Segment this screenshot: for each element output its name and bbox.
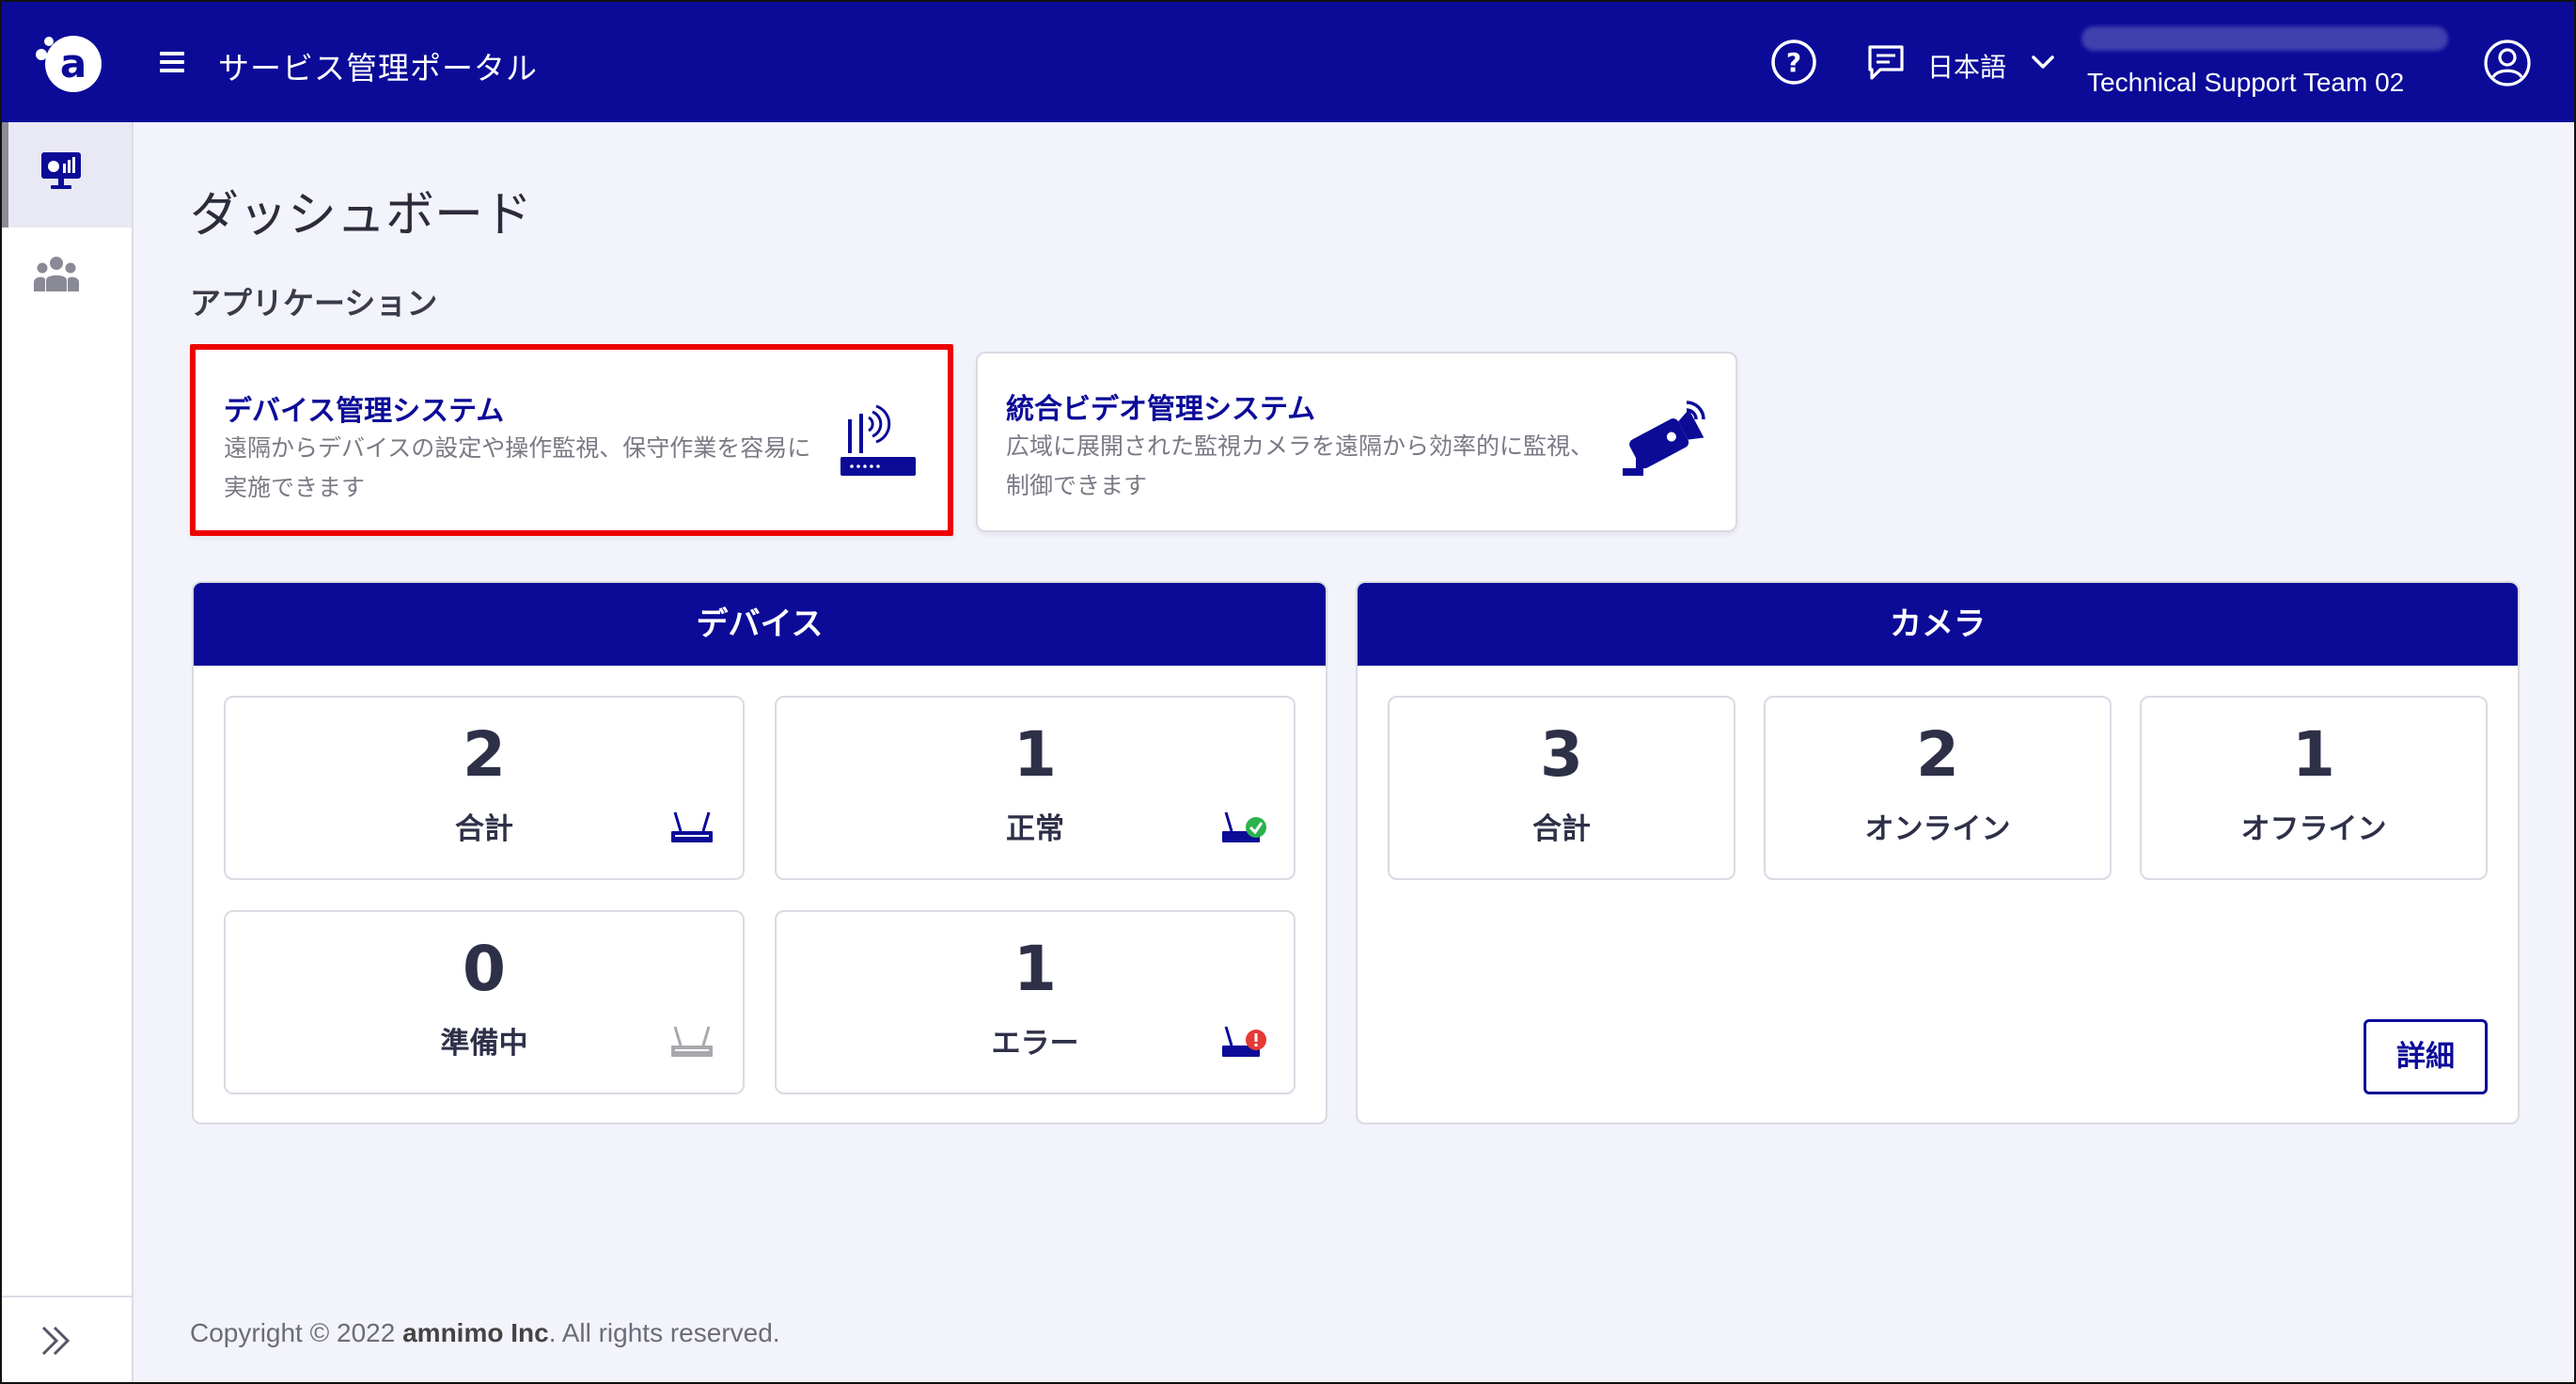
stat-label: 準備中 — [440, 1027, 528, 1061]
stat-value: 3 — [1540, 718, 1583, 791]
top-header: a サービス管理ポータル ? 日本語 Technical Support Tea… — [2, 2, 2574, 122]
router-icon — [671, 811, 713, 842]
router-pending-icon — [671, 1026, 713, 1057]
footer-company: amnimo Inc — [402, 1318, 549, 1347]
stat-label: オフライン — [2240, 812, 2387, 846]
app-card-device-management[interactable]: デバイス管理システム 遠隔からデバイスの設定や操作監視、保守作業を容易に実施でき… — [190, 344, 953, 536]
dashboard-monitor-icon — [41, 152, 81, 189]
app-name: 統合ビデオ管理システム — [1006, 393, 1316, 426]
portal-title: サービス管理ポータル — [218, 50, 538, 86]
app-card-video-management[interactable]: 統合ビデオ管理システム 広域に展開された監視カメラを遠隔から効率的に監視、制御で… — [976, 352, 1737, 532]
svg-text:a: a — [60, 40, 86, 86]
user-team-name: Technical Support Team 02 — [2087, 68, 2405, 97]
language-selector[interactable]: 日本語 — [1927, 47, 2006, 85]
security-camera-icon — [1623, 401, 1705, 476]
stat-card-device-normal[interactable]: 1 正常 — [775, 696, 1296, 880]
help-icon[interactable]: ? — [1769, 38, 1818, 86]
router-error-icon — [1222, 1026, 1266, 1057]
app-description: 遠隔からデバイスの設定や操作監視、保守作業を容易に実施できます — [224, 434, 811, 501]
page-title: ダッシュボード — [190, 187, 533, 244]
details-button[interactable]: 詳細 — [2364, 1019, 2488, 1094]
stat-card-camera-online[interactable]: 2 オンライン — [1764, 696, 2112, 880]
sidebar-item-dashboard[interactable] — [2, 122, 132, 228]
stat-value: 1 — [1013, 933, 1057, 1005]
panel-title: カメラ — [1358, 583, 2518, 666]
stat-value: 2 — [1916, 718, 1959, 791]
app-description: 広域に展開された監視カメラを遠隔から効率的に監視、制御できます — [1006, 432, 1594, 499]
app-window: a サービス管理ポータル ? 日本語 Technical Support Tea… — [0, 0, 2576, 1384]
footer-copyright: Copyright © 2022 amnimo Inc. All rights … — [190, 1318, 780, 1348]
double-chevron-right-icon — [41, 1326, 71, 1356]
applications-heading: アプリケーション — [190, 285, 438, 322]
footer-suffix: . All rights reserved. — [548, 1318, 780, 1347]
footer-prefix: Copyright © 2022 — [190, 1318, 403, 1347]
camera-stats-panel: カメラ 3 合計 2 オンライン 1 オフライン 詳細 — [1356, 581, 2520, 1124]
stat-label: 正常 — [1006, 812, 1064, 846]
stat-card-camera-offline[interactable]: 1 オフライン — [2140, 696, 2488, 880]
stat-label: エラー — [991, 1027, 1079, 1061]
panel-title: デバイス — [194, 583, 1326, 666]
router-ok-icon — [1222, 811, 1266, 842]
stat-label: オンライン — [1864, 812, 2011, 846]
stat-card-camera-total[interactable]: 3 合計 — [1388, 696, 1736, 880]
sidebar-item-users[interactable] — [2, 228, 132, 333]
sidebar — [2, 122, 134, 1382]
users-group-icon — [34, 257, 79, 291]
stat-label: 合計 — [455, 812, 513, 846]
stat-card-device-preparing[interactable]: 0 準備中 — [224, 910, 745, 1094]
stat-value: 0 — [463, 933, 506, 1005]
stat-value: 2 — [463, 718, 506, 791]
svg-text:?: ? — [1786, 47, 1801, 78]
stat-card-device-error[interactable]: 1 エラー — [775, 910, 1296, 1094]
hamburger-menu-icon[interactable] — [160, 47, 190, 77]
stat-card-device-total[interactable]: 2 合計 — [224, 696, 745, 880]
chevron-down-icon[interactable] — [2029, 51, 2057, 73]
language-chat-icon[interactable] — [1865, 43, 1907, 83]
sidebar-expand-button[interactable] — [2, 1296, 132, 1382]
user-email-blurred — [2081, 26, 2448, 51]
app-name: デバイス管理システム — [224, 395, 505, 428]
amnimo-logo[interactable]: a — [30, 28, 107, 96]
stat-value: 1 — [2292, 718, 2335, 791]
router-icon — [840, 404, 916, 476]
stat-label: 合計 — [1532, 812, 1591, 846]
account-icon[interactable] — [2482, 38, 2533, 88]
device-stats-panel: デバイス 2 合計 1 正常 0 準備中 1 エラー — [192, 581, 1327, 1124]
stat-value: 1 — [1013, 718, 1057, 791]
